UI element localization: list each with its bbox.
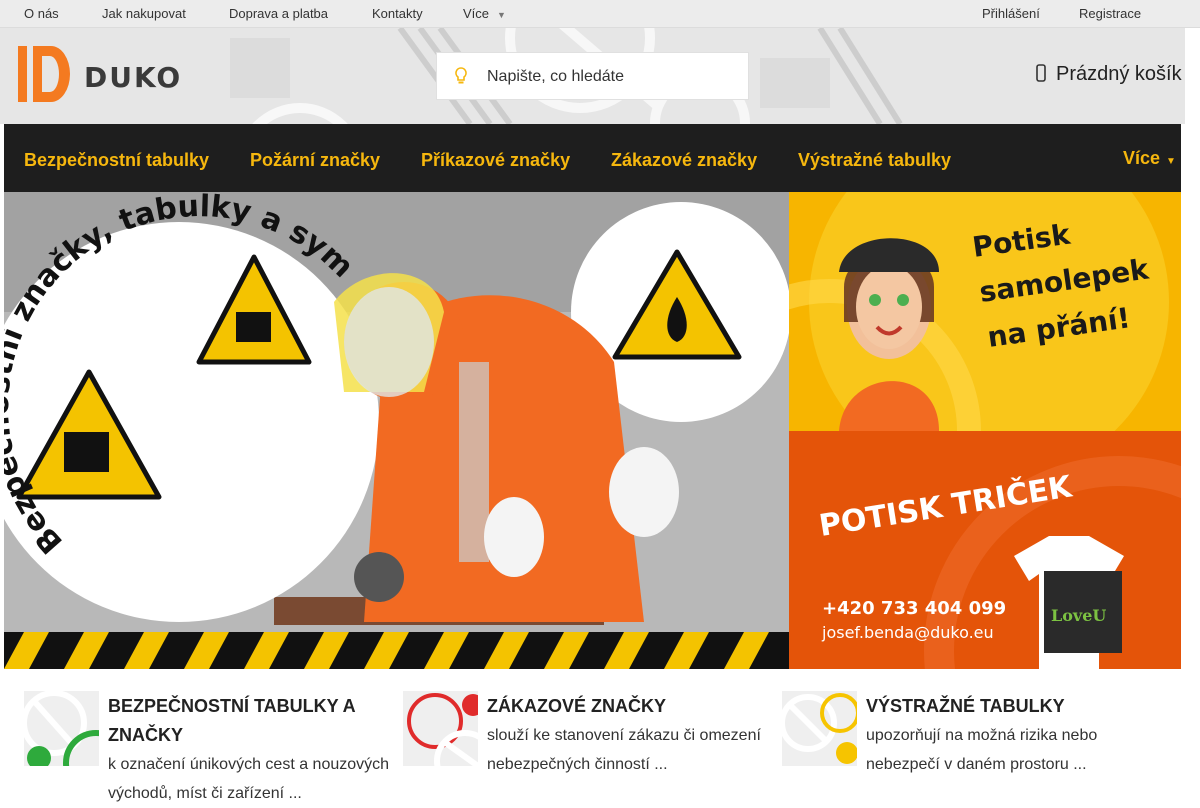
search-input[interactable] xyxy=(487,65,737,89)
category-thumb-prohibition xyxy=(403,691,478,766)
nav-more-label: Více xyxy=(1123,148,1161,168)
nav-more-menu[interactable]: Více ▼ xyxy=(1123,148,1176,169)
chevron-down-icon: ▼ xyxy=(497,10,506,20)
top-more-menu[interactable]: Více ▼ xyxy=(463,6,506,21)
category-card-safety[interactable]: BEZPEČNOSTNÍ TABULKY A ZNAČKY k označení… xyxy=(24,690,394,802)
nav-item-prohibition-signs[interactable]: Zákazové značky xyxy=(611,150,757,171)
category-thumb-warning xyxy=(782,691,857,766)
category-card-prohibition[interactable]: ZÁKAZOVÉ ZNAČKY slouží ke stanovení záka… xyxy=(403,690,773,800)
prohibition-sign-icon xyxy=(403,691,478,766)
register-link[interactable]: Registrace xyxy=(1079,6,1141,21)
promo-stickers-banner[interactable]: Potisk samolepek na přání! xyxy=(789,192,1181,431)
logo-text: DUKO xyxy=(84,61,183,94)
promo-tshirts-phone: +420 733 404 099 xyxy=(822,598,1006,619)
shirt-print-text: LoveU xyxy=(1051,606,1106,625)
category-desc-prohibition: slouží ke stanovení zákazu či omezení ne… xyxy=(487,727,761,773)
top-link-how-to-buy[interactable]: Jak nakupovat xyxy=(102,6,186,21)
nav-item-safety-signs[interactable]: Bezpečnostní tabulky xyxy=(24,150,209,171)
top-link-about[interactable]: O nás xyxy=(24,6,59,21)
main-navigation: Bezpečnostní tabulky Požární značky Přík… xyxy=(4,124,1181,192)
top-bar: O nás Jak nakupovat Doprava a platba Kon… xyxy=(0,0,1200,28)
promo-tshirts-illustration: POTISK TRIČEK +420 733 404 099 josef.ben… xyxy=(816,456,1181,669)
promo-tshirts-banner[interactable]: POTISK TRIČEK +420 733 404 099 josef.ben… xyxy=(789,431,1181,669)
category-thumb-safety xyxy=(24,691,99,766)
nav-item-fire-signs[interactable]: Požární značky xyxy=(250,150,380,171)
chevron-down-icon: ▼ xyxy=(1166,156,1176,167)
hero-illustration: Bezpečnostní značky, tabulky a symboly xyxy=(4,192,789,669)
header: DUKO Prázdný košík xyxy=(0,28,1185,124)
top-link-contacts[interactable]: Kontakty xyxy=(372,6,423,21)
cart-button[interactable]: Prázdný košík xyxy=(1036,63,1182,86)
cart-icon xyxy=(1036,64,1046,82)
warning-sign-icon xyxy=(782,691,857,766)
safety-sign-icon xyxy=(24,691,99,766)
category-desc-warning: upozorňují na možná rizika nebo nebezpeč… xyxy=(866,727,1098,773)
category-desc-safety: k označení únikových cest a nouzových vý… xyxy=(108,756,390,802)
category-title-safety[interactable]: BEZPEČNOSTNÍ TABULKY A ZNAČKY xyxy=(108,692,398,750)
logo[interactable]: DUKO xyxy=(18,44,218,104)
top-link-shipping[interactable]: Doprava a platba xyxy=(229,6,328,21)
top-more-label: Více xyxy=(463,6,490,21)
category-card-warning[interactable]: VÝSTRAŽNÉ TABULKY upozorňují na možná ri… xyxy=(782,690,1152,800)
lightbulb-icon xyxy=(455,67,467,84)
nav-item-mandatory-signs[interactable]: Příkazové značky xyxy=(421,150,570,171)
logo-mark-icon xyxy=(18,46,70,102)
promo-tshirts-email: josef.benda@duko.eu xyxy=(821,623,994,642)
promo-tshirts-title: POTISK TRIČEK xyxy=(816,467,1075,544)
hero-banner[interactable]: Bezpečnostní značky, tabulky a symboly xyxy=(4,192,789,669)
category-title-prohibition[interactable]: ZÁKAZOVÉ ZNAČKY xyxy=(487,692,777,721)
category-title-warning[interactable]: VÝSTRAŽNÉ TABULKY xyxy=(866,692,1156,721)
nav-item-warning-signs[interactable]: Výstražné tabulky xyxy=(798,150,951,171)
search-box[interactable] xyxy=(436,52,749,100)
cart-label: Prázdný košík xyxy=(1056,63,1182,85)
login-link[interactable]: Přihlášení xyxy=(982,6,1040,21)
promo-stickers-illustration: Potisk samolepek na přání! xyxy=(789,192,1169,431)
